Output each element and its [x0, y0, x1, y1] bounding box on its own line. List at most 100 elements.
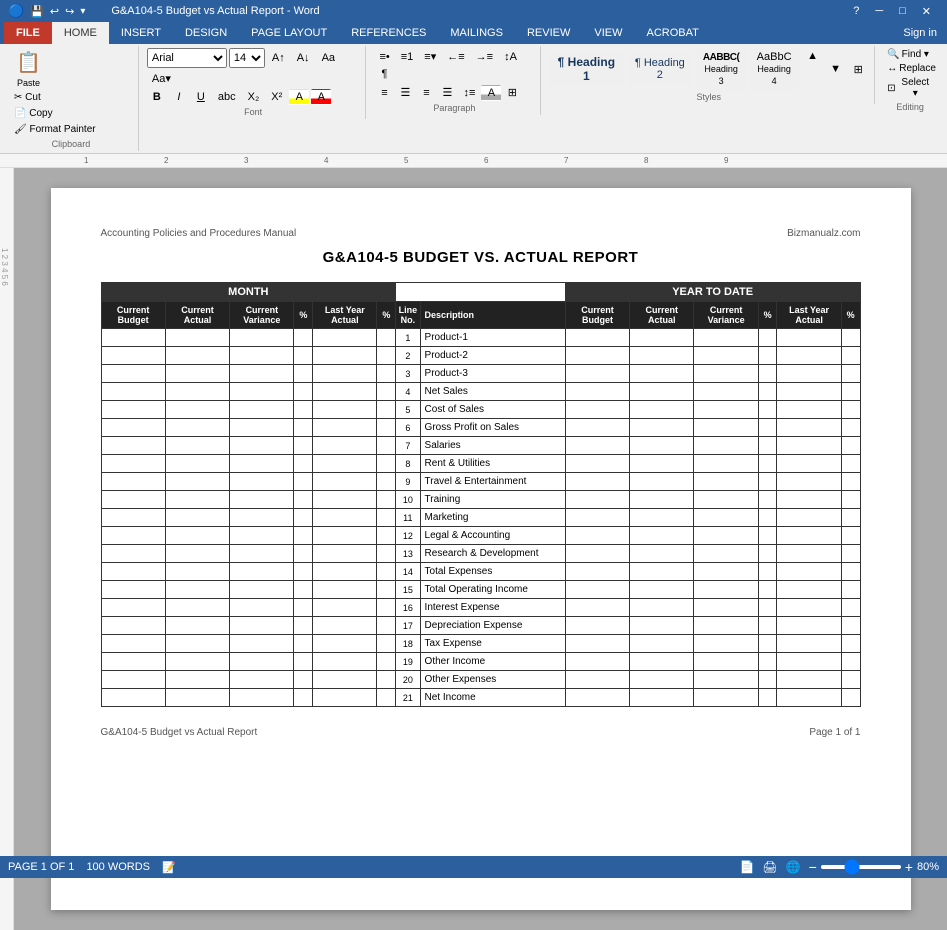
sign-in-link[interactable]: Sign in: [893, 22, 947, 44]
bold-button[interactable]: B: [147, 89, 167, 105]
numbering-button[interactable]: ≡1: [396, 49, 419, 65]
print-layout-button[interactable]: 🖨: [762, 860, 777, 874]
ytd-data-cell: [841, 617, 860, 635]
styles-scroll-up[interactable]: ▲: [802, 48, 822, 64]
month-data-cell: [294, 671, 313, 689]
line-spacing-button[interactable]: ↕≡: [458, 85, 480, 101]
month-data-cell: [230, 653, 294, 671]
row-description: Other Expenses: [420, 671, 565, 689]
find-button[interactable]: 🔍 Find ▾: [883, 48, 937, 61]
italic-button[interactable]: I: [169, 89, 189, 105]
customize-icon[interactable]: ▾: [80, 6, 85, 17]
month-data-cell: [377, 347, 396, 365]
maximize-btn[interactable]: □: [891, 5, 914, 18]
grow-font-button[interactable]: A↑: [267, 50, 290, 66]
text-highlight-button[interactable]: A: [289, 89, 309, 105]
align-center-button[interactable]: ☰: [395, 84, 415, 101]
select-button[interactable]: ⊡ Select ▾: [883, 76, 937, 100]
heading4-style-button[interactable]: AaBbC Heading 4: [749, 48, 799, 90]
ytd-data-cell: [758, 473, 777, 491]
ytd-data-cell: [841, 401, 860, 419]
zoom-slider[interactable]: [821, 865, 901, 869]
align-left-button[interactable]: ≡: [374, 85, 394, 101]
help-btn[interactable]: ?: [845, 5, 867, 18]
ytd-data-cell: [565, 527, 629, 545]
tab-mailings[interactable]: MAILINGS: [438, 22, 515, 44]
month-data-cell: [230, 527, 294, 545]
web-layout-button[interactable]: 🌐: [786, 860, 801, 874]
justify-button[interactable]: ☰: [437, 84, 457, 101]
heading3-style-button[interactable]: AABBC( Heading 3: [696, 48, 746, 90]
multilevel-button[interactable]: ≡▾: [419, 48, 441, 65]
month-data-cell: [101, 437, 165, 455]
show-marks-button[interactable]: ¶: [374, 66, 394, 82]
zoom-out-button[interactable]: −: [809, 859, 817, 875]
align-right-button[interactable]: ≡: [416, 85, 436, 101]
line-number: 2: [396, 347, 420, 365]
tab-acrobat[interactable]: ACROBAT: [634, 22, 710, 44]
cut-button[interactable]: ✂ Cut: [10, 90, 100, 105]
font-family-select[interactable]: ArialTimes New RomanCalibri: [147, 48, 227, 68]
zoom-in-button[interactable]: +: [905, 859, 913, 875]
clear-format-button[interactable]: Aa: [317, 50, 340, 66]
month-data-cell: [313, 617, 377, 635]
table-row: 18Tax Expense: [101, 635, 860, 653]
quick-redo-icon[interactable]: ↪: [65, 5, 74, 18]
replace-button[interactable]: ↔ Replace: [883, 62, 937, 75]
tab-home[interactable]: HOME: [52, 22, 109, 44]
ytd-data-cell: [841, 563, 860, 581]
heading1-style-button[interactable]: ¶ Heading 1: [549, 52, 623, 86]
month-data-cell: [230, 473, 294, 491]
month-data-cell: [230, 599, 294, 617]
tab-design[interactable]: DESIGN: [173, 22, 239, 44]
styles-content: ¶ Heading 1 ¶ Heading 2 AABBC( Heading 3…: [549, 48, 868, 90]
bullets-button[interactable]: ≡•: [374, 49, 394, 65]
month-data-cell: [377, 617, 396, 635]
heading2-style-button[interactable]: ¶ Heading 2: [627, 54, 694, 84]
month-data-cell: [313, 437, 377, 455]
ytd-data-cell: [694, 455, 758, 473]
quick-undo-icon[interactable]: ↩: [50, 5, 59, 18]
copy-button[interactable]: 📄 Copy: [10, 106, 100, 121]
tab-file[interactable]: FILE: [4, 22, 52, 44]
borders-button[interactable]: ⊞: [502, 84, 522, 101]
close-btn[interactable]: ✕: [914, 5, 939, 18]
clipboard-label: Clipboard: [10, 139, 132, 149]
tab-review[interactable]: REVIEW: [515, 22, 582, 44]
ytd-data-cell: [777, 527, 841, 545]
superscript-button[interactable]: X²: [266, 89, 287, 105]
ytd-data-cell: [777, 347, 841, 365]
strikethrough-button[interactable]: abc: [213, 89, 241, 105]
tab-view[interactable]: VIEW: [582, 22, 634, 44]
tab-insert[interactable]: INSERT: [109, 22, 173, 44]
font-size-select[interactable]: 1410111216: [229, 48, 265, 68]
format-painter-button[interactable]: 🖌 Format Painter: [10, 122, 100, 137]
read-mode-button[interactable]: 📄: [739, 860, 754, 874]
tab-page-layout[interactable]: PAGE LAYOUT: [239, 22, 339, 44]
sort-button[interactable]: ↕A: [499, 49, 522, 65]
month-data-cell: [101, 653, 165, 671]
underline-button[interactable]: U: [191, 89, 211, 105]
ytd-data-cell: [630, 527, 694, 545]
line-number: 9: [396, 473, 420, 491]
shrink-font-button[interactable]: A↓: [292, 50, 315, 66]
shading-button[interactable]: A: [481, 85, 501, 101]
increase-indent-button[interactable]: →≡: [471, 49, 498, 65]
minimize-btn[interactable]: ─: [867, 5, 891, 18]
decrease-indent-button[interactable]: ←≡: [442, 49, 469, 65]
ruler-marks: 1 2 3 4 5 6 7 8 9: [64, 154, 947, 167]
status-bar: PAGE 1 OF 1 100 WORDS 📝 📄 🖨 🌐 − + 80%: [0, 856, 947, 878]
line-number: 11: [396, 509, 420, 527]
spell-check-icon[interactable]: 📝: [162, 861, 176, 874]
font-color-button[interactable]: A: [311, 89, 331, 105]
styles-scroll-down[interactable]: ▼: [825, 61, 845, 77]
tab-references[interactable]: REFERENCES: [339, 22, 438, 44]
change-case-button[interactable]: Aa▾: [147, 70, 176, 87]
quick-save-icon[interactable]: 💾: [30, 5, 44, 18]
editing-label: Editing: [883, 102, 937, 112]
paste-button[interactable]: 📋: [10, 48, 47, 77]
styles-expand[interactable]: ⊞: [848, 61, 868, 78]
font-group: ArialTimes New RomanCalibri 1410111216 A…: [141, 46, 367, 119]
subscript-button[interactable]: X₂: [243, 89, 265, 105]
row-description: Salaries: [420, 437, 565, 455]
